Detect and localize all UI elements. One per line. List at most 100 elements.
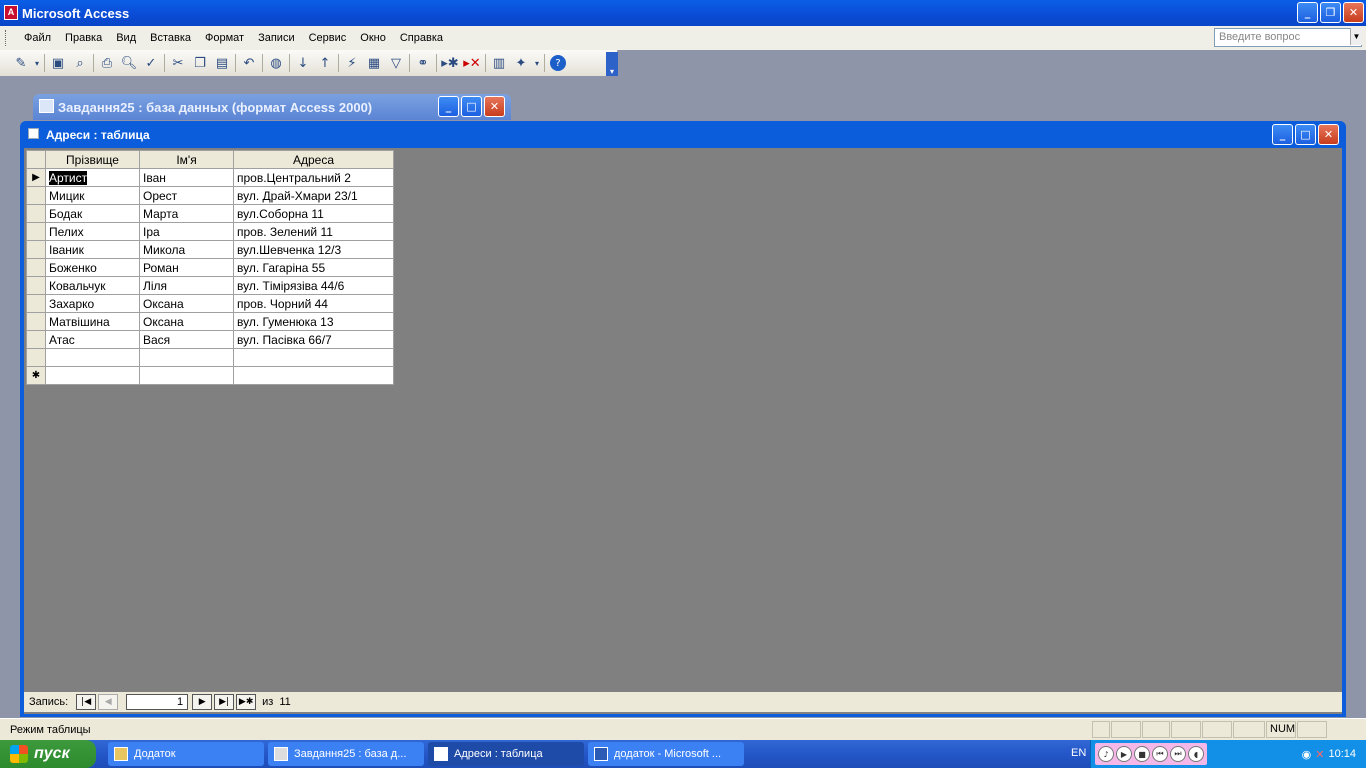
table-cell[interactable]: Орест xyxy=(139,186,234,205)
table-maximize-button[interactable]: □ xyxy=(1295,124,1316,145)
column-header[interactable]: Адреса xyxy=(233,150,394,169)
save-icon[interactable]: ▣ xyxy=(47,53,69,73)
table-row[interactable]: Пелих Іра пров. Зелений 11 xyxy=(26,222,394,241)
table-cell[interactable]: Артист xyxy=(45,168,140,187)
menu-window[interactable]: Окно xyxy=(353,32,393,44)
table-cell[interactable] xyxy=(233,366,394,385)
table-minimize-button[interactable]: _ xyxy=(1272,124,1293,145)
table-row[interactable]: Іваник Микола вул.Шевченка 12/3 xyxy=(26,240,394,259)
chevron-down-icon[interactable]: ▼ xyxy=(1350,28,1362,45)
stop-icon[interactable]: ■ xyxy=(1134,746,1150,762)
table-cell[interactable] xyxy=(139,348,234,367)
table-cell[interactable]: вул. Гуменюка 13 xyxy=(233,312,394,331)
search-icon[interactable]: ⌕ xyxy=(69,53,91,73)
new-record-selector[interactable]: ✱ xyxy=(26,366,46,385)
table-cell[interactable]: вул. Драй-Хмари 23/1 xyxy=(233,186,394,205)
view-dropdown-icon[interactable]: ▾ xyxy=(32,53,42,73)
taskbar-item-word[interactable]: додаток - Microsoft ... xyxy=(588,742,744,766)
table-cell[interactable]: вул.Шевченка 12/3 xyxy=(233,240,394,259)
cut-icon[interactable]: ✂ xyxy=(167,53,189,73)
table-cell[interactable]: вул. Гагаріна 55 xyxy=(233,258,394,277)
table-cell[interactable]: Роман xyxy=(139,258,234,277)
new-record-nav-button[interactable]: ▶✱ xyxy=(236,694,257,710)
taskbar-item-dodatok-folder[interactable]: Додаток xyxy=(108,742,264,766)
db-minimize-button[interactable]: _ xyxy=(438,96,459,117)
table-row[interactable]: Захарко Оксана пров. Чорний 44 xyxy=(26,294,394,313)
help-icon[interactable]: ? xyxy=(550,55,566,71)
table-cell[interactable]: Микола xyxy=(139,240,234,259)
record-selector[interactable] xyxy=(26,240,46,259)
table-cell[interactable]: пров. Чорний 44 xyxy=(233,294,394,313)
previous-record-button[interactable]: ◀ xyxy=(98,694,119,710)
column-header[interactable]: Прізвище xyxy=(45,150,140,169)
record-selector[interactable] xyxy=(26,186,46,205)
table-cell[interactable]: Іваник xyxy=(45,240,140,259)
start-button[interactable]: пуск xyxy=(0,740,96,768)
filter-by-selection-icon[interactable]: ⚡ xyxy=(341,53,363,73)
taskbar-item-database[interactable]: Завдання25 : база д... xyxy=(268,742,424,766)
new-record-icon[interactable]: ▸✱ xyxy=(439,53,461,73)
table-cell[interactable]: Іра xyxy=(139,222,234,241)
table-cell[interactable] xyxy=(233,348,394,367)
table-cell[interactable]: пров.Центральний 2 xyxy=(233,168,394,187)
table-cell[interactable]: Мицик xyxy=(45,186,140,205)
menu-insert[interactable]: Вставка xyxy=(143,32,198,44)
table-cell[interactable]: Марта xyxy=(139,204,234,223)
record-selector[interactable]: ▶ xyxy=(26,168,46,187)
close-button[interactable]: ✕ xyxy=(1343,2,1364,23)
menu-grip[interactable] xyxy=(5,30,7,46)
view-icon[interactable]: ✎ xyxy=(10,53,32,73)
table-cell[interactable]: Боженко xyxy=(45,258,140,277)
new-object-dropdown-icon[interactable]: ▾ xyxy=(532,53,542,73)
sort-ascending-icon[interactable]: ↓ xyxy=(292,53,314,73)
new-object-icon[interactable]: ✦ xyxy=(510,53,532,73)
filter-by-form-icon[interactable]: ▦ xyxy=(363,53,385,73)
volume-icon[interactable]: ◖ xyxy=(1188,746,1204,762)
print-icon[interactable]: ⎙ xyxy=(96,53,118,73)
delete-record-icon[interactable]: ▸✕ xyxy=(461,53,483,73)
record-selector[interactable] xyxy=(26,276,46,295)
spelling-icon[interactable]: ✓ xyxy=(140,53,162,73)
record-selector[interactable] xyxy=(26,294,46,313)
menu-edit[interactable]: Правка xyxy=(58,32,109,44)
menu-file[interactable]: Файл xyxy=(17,32,58,44)
language-indicator[interactable]: EN xyxy=(1071,747,1086,759)
column-header[interactable]: Ім'я xyxy=(139,150,234,169)
table-row[interactable] xyxy=(26,348,394,367)
table-cell[interactable] xyxy=(45,366,140,385)
previous-track-icon[interactable]: ⏮ xyxy=(1152,746,1168,762)
clock[interactable]: 10:14 xyxy=(1328,748,1356,760)
table-row[interactable]: Боженко Роман вул. Гагаріна 55 xyxy=(26,258,394,277)
record-selector[interactable] xyxy=(26,222,46,241)
table-cell[interactable]: вул. Тімірязіва 44/6 xyxy=(233,276,394,295)
new-record-row[interactable]: ✱ xyxy=(26,366,394,385)
table-row[interactable]: Атас Вася вул. Пасівка 66/7 xyxy=(26,330,394,349)
table-cell[interactable]: вул. Пасівка 66/7 xyxy=(233,330,394,349)
paste-icon[interactable]: ▤ xyxy=(211,53,233,73)
sort-descending-icon[interactable]: ↑ xyxy=(314,53,336,73)
table-cell[interactable]: Пелих xyxy=(45,222,140,241)
restore-button[interactable]: ❐ xyxy=(1320,2,1341,23)
play-icon[interactable]: ▶ xyxy=(1116,746,1132,762)
table-row[interactable]: Ковальчук Ліля вул. Тімірязіва 44/6 xyxy=(26,276,394,295)
table-cell[interactable]: Бодак xyxy=(45,204,140,223)
record-selector[interactable] xyxy=(26,330,46,349)
record-selector[interactable] xyxy=(26,258,46,277)
db-maximize-button[interactable]: □ xyxy=(461,96,482,117)
current-record-input[interactable]: 1 xyxy=(126,694,189,710)
select-all-corner[interactable] xyxy=(26,150,46,169)
table-cell[interactable]: пров. Зелений 11 xyxy=(233,222,394,241)
toolbar-options-icon[interactable]: ▾ xyxy=(606,52,618,76)
first-record-button[interactable]: |◀ xyxy=(76,694,97,710)
print-preview-icon[interactable]: 🔍︎ xyxy=(118,53,140,73)
menu-format[interactable]: Формат xyxy=(198,32,251,44)
menu-view[interactable]: Вид xyxy=(109,32,143,44)
next-track-icon[interactable]: ⏭ xyxy=(1170,746,1186,762)
table-row[interactable]: Мицик Орест вул. Драй-Хмари 23/1 xyxy=(26,186,394,205)
media-app-icon[interactable]: ♪ xyxy=(1098,746,1114,762)
table-window-titlebar[interactable]: Адреси : таблица xyxy=(20,121,1346,148)
record-selector[interactable] xyxy=(26,204,46,223)
table-row[interactable]: Бодак Марта вул.Соборна 11 xyxy=(26,204,394,223)
undo-icon[interactable]: ↶ xyxy=(238,53,260,73)
table-cell[interactable]: Матвішина xyxy=(45,312,140,331)
